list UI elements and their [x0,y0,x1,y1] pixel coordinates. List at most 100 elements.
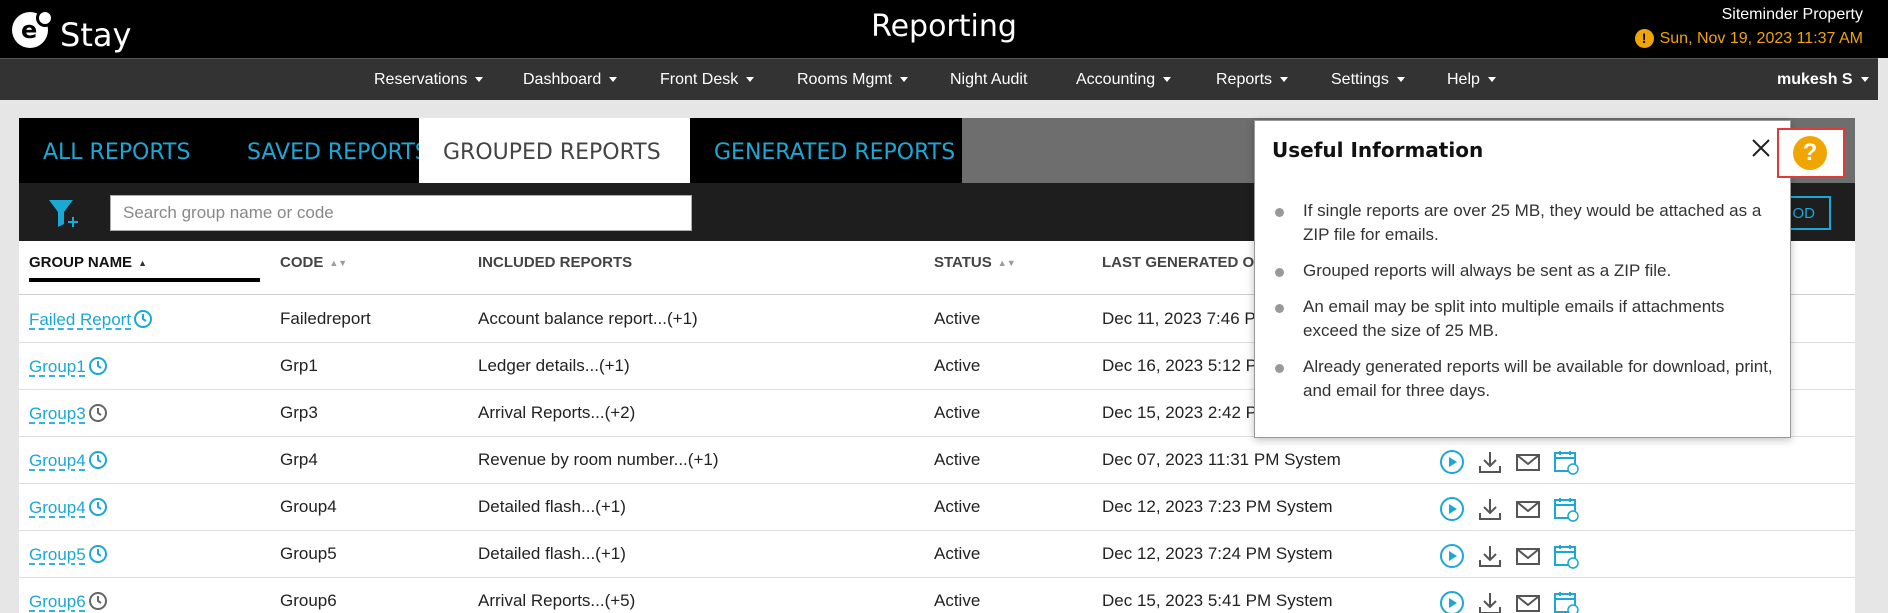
schedule-calendar-icon[interactable] [1553,449,1579,475]
col-group-name[interactable]: GROUP NAME ▲ [29,254,147,271]
nav-rooms-mgmt[interactable]: Rooms Mgmt [797,71,909,89]
schedule-clock-icon[interactable] [88,450,108,470]
nav-reservations[interactable]: Reservations [374,71,484,89]
popover-title: Useful Information [1272,138,1484,162]
search-input[interactable] [110,195,692,231]
run-icon[interactable] [1439,543,1465,569]
last-generated-cell: Dec 11, 2023 7:46 P [1102,309,1256,328]
schedule-calendar-icon[interactable] [1553,590,1579,613]
list-item: If single reports are over 25 MB, they w… [1275,199,1775,247]
code-cell: Grp4 [280,450,318,469]
chevron-down-icon [475,77,484,83]
property-name[interactable]: Siteminder Property [1722,6,1863,24]
group-name-cell: Group6 [29,591,108,612]
schedule-calendar-icon[interactable] [1553,543,1579,569]
table-row: Group4 Group4 Detailed flash...(+1) Active D… [19,484,1855,531]
nav-night-audit[interactable]: Night Audit [950,71,1027,89]
schedule-clock-icon[interactable] [88,497,108,517]
nav-dashboard[interactable]: Dashboard [523,71,618,89]
status-cell: Active [934,544,981,563]
status-cell: Active [934,356,981,375]
tab-grouped-reports[interactable]: GROUPED REPORTS [419,118,690,183]
group-name-link[interactable]: Group3 [29,404,86,423]
email-icon[interactable] [1515,543,1541,569]
last-generated-cell: Dec 15, 2023 2:42 P [1102,403,1258,422]
included-reports-cell[interactable]: Detailed flash...(+1) [478,497,626,517]
last-generated-cell: Dec 15, 2023 5:41 PM System [1102,591,1333,610]
col-status[interactable]: STATUS ▲▼ [934,254,1016,271]
nav-settings[interactable]: Settings [1331,71,1405,89]
col-included-reports: INCLUDED REPORTS [478,254,633,271]
main-nav: Reservations Dashboard Front Desk Rooms … [0,58,1888,100]
popover-list: If single reports are over 25 MB, they w… [1275,199,1775,415]
included-reports-cell[interactable]: Detailed flash...(+1) [478,544,626,564]
group-name-link[interactable]: Group6 [29,592,86,611]
top-bar: e Stay Reporting Siteminder Property ! S… [0,0,1888,58]
col-code[interactable]: CODE ▲▼ [280,254,347,271]
chevron-down-icon [900,77,909,83]
tab-generated-reports[interactable]: GENERATED REPORTS [690,118,962,183]
group-name-link[interactable]: Group4 [29,451,86,470]
page-scrollbar[interactable] [1878,58,1888,613]
last-generated-cell: Dec 16, 2023 5:12 P [1102,356,1258,375]
group-name-cell: Group1 [29,356,108,377]
download-icon[interactable] [1477,590,1503,613]
included-reports-cell[interactable]: Account balance report...(+1) [478,309,698,329]
run-icon[interactable] [1439,496,1465,522]
nav-reports[interactable]: Reports [1216,71,1289,89]
code-cell: Grp3 [280,403,318,422]
datetime-display: ! Sun, Nov 19, 2023 11:37 AM [1634,29,1863,48]
included-reports-cell[interactable]: Arrival Reports...(+5) [478,591,635,611]
active-sort-indicator [29,278,260,282]
group-name-link[interactable]: Group4 [29,498,86,517]
warning-icon[interactable]: ! [1634,29,1654,48]
nav-accounting[interactable]: Accounting [1076,71,1172,89]
included-reports-cell[interactable]: Ledger details...(+1) [478,356,630,376]
chevron-down-icon [1396,77,1405,83]
user-menu[interactable]: mukesh S [1777,71,1869,89]
code-cell: Failedreport [280,309,371,328]
help-icon[interactable]: ? [1793,136,1827,170]
download-icon[interactable] [1477,543,1503,569]
help-button-highlight: ? [1777,128,1845,178]
filter-add-icon[interactable] [47,197,81,229]
status-cell: Active [934,403,981,422]
download-icon[interactable] [1477,496,1503,522]
download-icon[interactable] [1477,449,1503,475]
group-name-link[interactable]: Group1 [29,357,86,376]
chevron-down-icon [609,77,618,83]
run-icon[interactable] [1439,590,1465,613]
status-cell: Active [934,591,981,610]
sort-icon: ▲▼ [997,258,1016,269]
schedule-clock-icon[interactable] [88,591,108,611]
group-name-link[interactable]: Failed Report [29,310,131,329]
schedule-clock-icon[interactable] [88,356,108,376]
status-cell: Active [934,497,981,516]
close-icon[interactable] [1750,137,1772,159]
email-icon[interactable] [1515,590,1541,613]
schedule-clock-icon[interactable] [88,403,108,423]
tab-all-reports[interactable]: ALL REPORTS [19,118,223,183]
schedule-calendar-icon[interactable] [1553,496,1579,522]
group-name-cell: Group4 [29,450,108,471]
email-icon[interactable] [1515,449,1541,475]
last-generated-cell: Dec 12, 2023 7:24 PM System [1102,544,1333,563]
schedule-clock-icon[interactable] [88,544,108,564]
tab-saved-reports[interactable]: SAVED REPORTS [223,118,437,183]
group-name-link[interactable]: Group5 [29,545,86,564]
included-reports-cell[interactable]: Revenue by room number...(+1) [478,450,718,470]
group-name-cell: Group5 [29,544,108,565]
run-icon[interactable] [1439,449,1465,475]
code-cell: Group6 [280,591,337,610]
chevron-down-icon [1487,77,1496,83]
included-reports-cell[interactable]: Arrival Reports...(+2) [478,403,635,423]
table-row: Group4 Grp4 Revenue by room number...(+1) A… [19,437,1855,484]
nav-help[interactable]: Help [1447,71,1496,89]
schedule-clock-icon[interactable] [133,309,153,329]
list-item: An email may be split into multiple emai… [1275,295,1775,343]
nav-front-desk[interactable]: Front Desk [660,71,755,89]
list-item: Already generated reports will be availa… [1275,355,1775,403]
datetime-text: Sun, Nov 19, 2023 11:37 AM [1659,29,1863,47]
table-row: Group6 Group6 Arrival Reports...(+5) Active… [19,578,1855,613]
email-icon[interactable] [1515,496,1541,522]
